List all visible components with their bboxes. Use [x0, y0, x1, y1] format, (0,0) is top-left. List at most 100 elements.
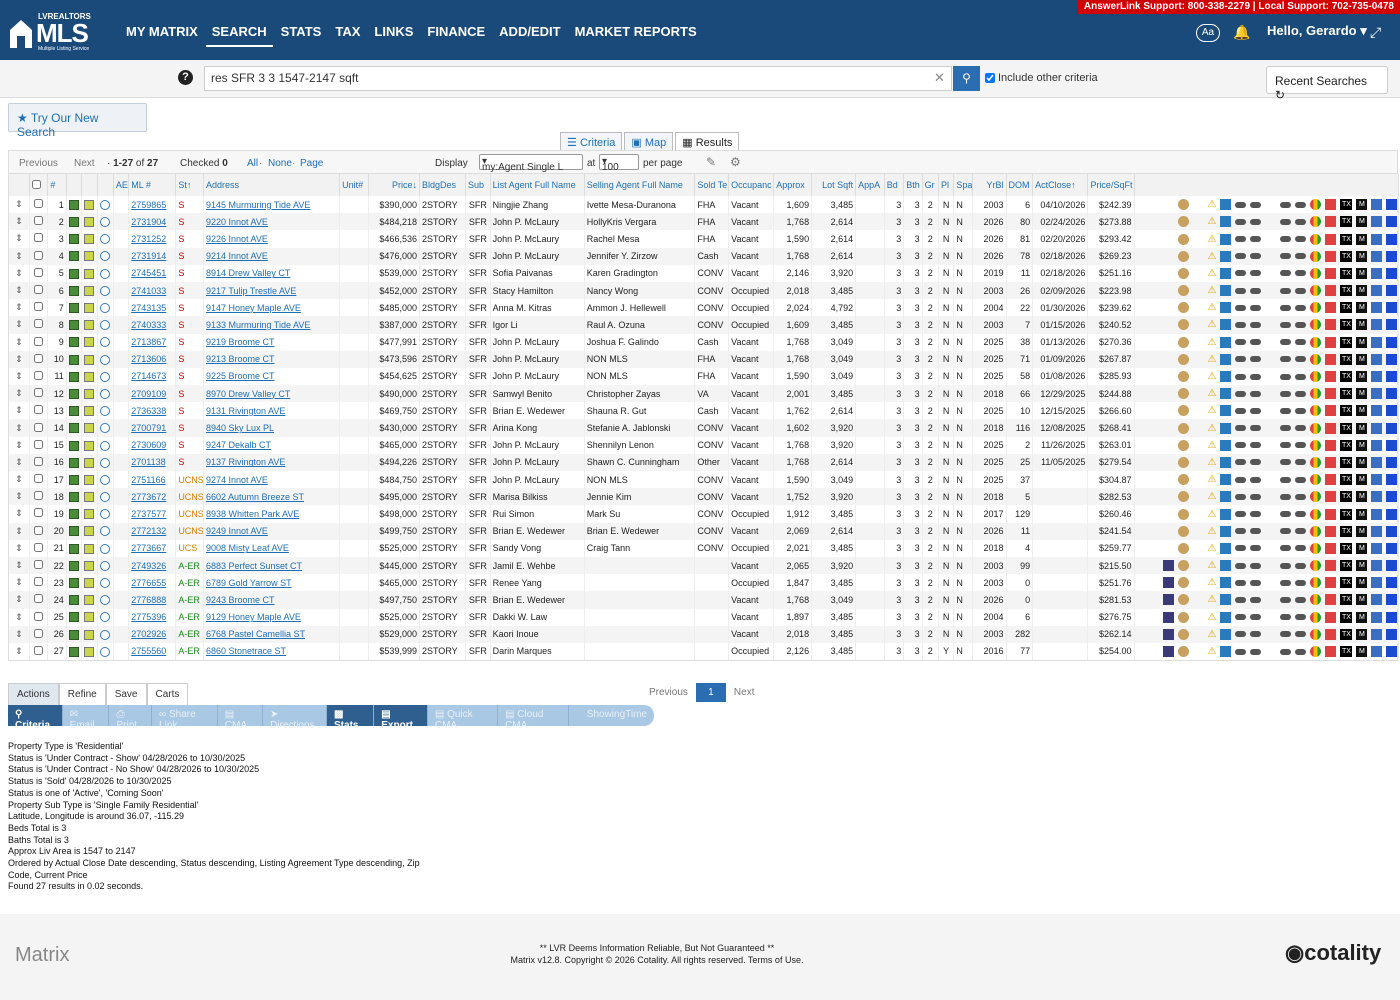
ml-number-link[interactable]: 2730609 — [131, 440, 166, 450]
cloud-cma-button[interactable]: ▤ Cloud CMA — [498, 705, 569, 731]
row-checkbox[interactable] — [29, 333, 49, 351]
documents-icon[interactable] — [81, 453, 98, 471]
table-row[interactable]: ⇕ 4 2731914 S 9214 Innot AVE $476,000 2STORY SF… — [9, 247, 1399, 265]
documents-icon[interactable] — [81, 196, 98, 214]
select-page-link[interactable]: Page — [300, 158, 323, 169]
google-icon[interactable] — [1310, 388, 1322, 400]
gis-icon[interactable] — [1325, 336, 1337, 348]
address-cell[interactable]: 9249 Innot AVE — [203, 522, 341, 540]
col-occupancy[interactable]: Occupanc — [728, 174, 775, 196]
photo-icon[interactable] — [66, 316, 83, 334]
virtual-tour-icon[interactable] — [1162, 560, 1174, 572]
warning-icon[interactable]: ⚠ — [1208, 337, 1217, 348]
e-icon[interactable] — [1220, 250, 1232, 262]
select-all-link[interactable]: All — [247, 158, 258, 169]
link-icon[interactable] — [1250, 545, 1262, 552]
bank-icon[interactable] — [1371, 285, 1383, 297]
row-select-checkbox[interactable] — [34, 594, 44, 604]
documents-icon[interactable] — [81, 419, 98, 437]
e-icon[interactable] — [1220, 233, 1232, 245]
bank-icon[interactable] — [1371, 525, 1383, 537]
ml-number[interactable]: 2736338 — [128, 402, 177, 420]
resource-icon[interactable] — [1386, 302, 1398, 314]
warning-icon[interactable]: ⚠ — [1208, 577, 1217, 588]
google-icon[interactable] — [1310, 353, 1322, 365]
link-icon[interactable] — [1280, 287, 1292, 294]
nav-stats[interactable]: STATS — [275, 18, 328, 47]
history-icon[interactable] — [1177, 267, 1189, 279]
drag-handle-icon[interactable]: ⇕ — [9, 316, 30, 334]
warning-icon[interactable]: ⚠ — [1208, 199, 1217, 210]
ml-number[interactable]: 2745451 — [128, 264, 177, 282]
tax-icon[interactable]: TX — [1340, 508, 1353, 520]
nav-links[interactable]: LINKS — [368, 18, 419, 47]
ml-number[interactable]: 2776888 — [128, 591, 177, 609]
link-icon[interactable] — [1250, 596, 1262, 603]
ml-number[interactable]: 2714673 — [128, 367, 177, 386]
m-icon[interactable]: M — [1356, 456, 1368, 468]
ml-number-link[interactable]: 2731252 — [131, 234, 166, 244]
per-page-select[interactable]: 100 ▾ — [599, 154, 639, 173]
warning-icon[interactable]: ⚠ — [1208, 371, 1217, 382]
row-checkbox[interactable] — [29, 436, 49, 454]
link-icon[interactable] — [1235, 476, 1247, 483]
m-icon[interactable]: M — [1356, 560, 1368, 572]
row-checkbox[interactable] — [29, 453, 49, 471]
resource-icon[interactable] — [1386, 199, 1398, 211]
link-icon[interactable] — [1280, 356, 1292, 363]
row-select-checkbox[interactable] — [34, 439, 44, 449]
address-cell[interactable]: 9214 Innot AVE — [203, 247, 341, 265]
link-icon[interactable] — [1250, 476, 1262, 483]
tax-icon[interactable]: TX — [1340, 491, 1353, 503]
tax-icon[interactable]: TX — [1340, 267, 1353, 279]
e-icon[interactable] — [1220, 319, 1232, 331]
link-icon[interactable] — [1250, 270, 1262, 277]
map-pin-icon[interactable] — [97, 385, 114, 403]
row-checkbox[interactable] — [29, 402, 49, 420]
ml-number[interactable]: 2776655 — [128, 574, 177, 592]
expand-icon[interactable]: ⤢ — [1370, 24, 1381, 41]
documents-icon[interactable] — [81, 608, 98, 626]
gis-icon[interactable] — [1325, 439, 1337, 451]
col-ml[interactable]: ML # — [128, 174, 177, 196]
map-pin-icon[interactable] — [97, 367, 114, 386]
link-icon[interactable] — [1295, 493, 1307, 500]
link-icon[interactable] — [1235, 390, 1247, 397]
bank-icon[interactable] — [1371, 336, 1383, 348]
ml-number[interactable]: 2755560 — [128, 642, 177, 661]
address-link[interactable]: 6789 Gold Yarrow ST — [206, 578, 292, 588]
photo-icon[interactable] — [66, 367, 83, 386]
drag-handle-icon[interactable]: ⇕ — [9, 488, 30, 506]
link-icon[interactable] — [1235, 236, 1247, 243]
tax-icon[interactable]: TX — [1340, 594, 1353, 606]
bank-icon[interactable] — [1371, 594, 1383, 606]
m-icon[interactable]: M — [1356, 371, 1368, 383]
gis-icon[interactable] — [1325, 525, 1337, 537]
link-icon[interactable] — [1280, 562, 1292, 569]
link-icon[interactable] — [1250, 201, 1262, 208]
resource-icon[interactable] — [1386, 628, 1398, 640]
e-icon[interactable] — [1220, 405, 1232, 417]
ml-number-link[interactable]: 2740333 — [131, 320, 166, 330]
resource-icon[interactable] — [1386, 336, 1398, 348]
col-list-agent[interactable]: List Agent Full Name — [490, 174, 585, 196]
link-icon[interactable] — [1280, 253, 1292, 260]
m-icon[interactable]: M — [1356, 285, 1368, 297]
address-cell[interactable]: 9274 Innot AVE — [203, 471, 341, 489]
e-icon[interactable] — [1220, 577, 1232, 589]
col-sold-terms[interactable]: Sold Te — [694, 174, 730, 196]
link-icon[interactable] — [1235, 459, 1247, 466]
tab-refine[interactable]: Refine — [58, 683, 106, 705]
drag-handle-icon[interactable]: ⇕ — [9, 436, 30, 454]
history-icon[interactable] — [1177, 216, 1189, 228]
photo-icon[interactable] — [66, 608, 83, 626]
tab-map[interactable]: ▣ Map — [624, 132, 674, 150]
gis-icon[interactable] — [1325, 267, 1337, 279]
history-icon[interactable] — [1177, 199, 1189, 211]
select-all-checkbox[interactable] — [31, 179, 41, 189]
link-icon[interactable] — [1250, 339, 1262, 346]
history-icon[interactable] — [1177, 388, 1189, 400]
drag-handle-icon[interactable]: ⇕ — [9, 247, 30, 265]
m-icon[interactable]: M — [1356, 250, 1368, 262]
m-icon[interactable]: M — [1356, 405, 1368, 417]
